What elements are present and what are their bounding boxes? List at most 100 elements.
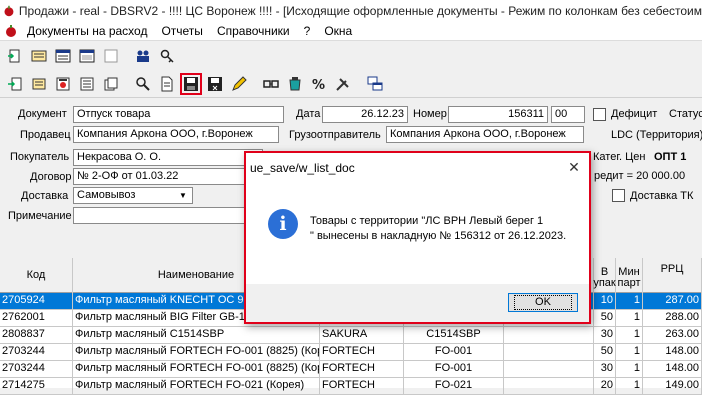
cell-rrp: 148.00 xyxy=(643,361,702,377)
date-label: Дата xyxy=(296,108,321,120)
cell-code: 2705924 xyxy=(0,293,73,309)
cell-min-part: 1 xyxy=(616,361,643,377)
dialog-message-line1: Товары с территории "ЛС ВРН Левый берег … xyxy=(310,215,544,227)
print-icon[interactable] xyxy=(52,73,74,95)
cell-in-pack: 50 xyxy=(594,310,616,326)
cell-extra xyxy=(504,344,594,360)
number-suffix-field[interactable]: 00 xyxy=(551,106,585,123)
dialog-message-line2: " вынесены в накладную № 156312 от 26.12… xyxy=(310,230,567,242)
document-field[interactable]: Отпуск товара xyxy=(73,106,284,123)
users-icon[interactable] xyxy=(132,45,154,67)
cell-name: Фильтр масляный C1514SBP xyxy=(73,327,320,343)
menu-bar: Документы на расход Отчеты Справочники ?… xyxy=(0,22,702,41)
message-dialog: ue_save/w_list_doc ✕ i Товары с территор… xyxy=(244,151,591,324)
dialog-title: ue_save/w_list_doc xyxy=(250,160,355,175)
delivery-label: Доставка xyxy=(21,190,69,202)
cell-article: C1514SBP xyxy=(404,327,504,343)
contract-label: Договор xyxy=(30,171,72,183)
svg-text:%: % xyxy=(312,78,325,92)
dialog-message: Товары с территории "ЛС ВРН Левый берег … xyxy=(310,214,580,244)
title-bar: Продажи - real - DBSRV2 - !!!! ЦС Вороне… xyxy=(0,0,702,22)
cell-article: FO-001 xyxy=(404,361,504,377)
edit-icon[interactable] xyxy=(228,73,250,95)
cell-name: Фильтр масляный FORTECH FO-021 (Корея) xyxy=(73,378,320,394)
dialog-title-bar[interactable]: ue_save/w_list_doc ✕ xyxy=(246,153,589,182)
seller-field[interactable]: Компания Аркона ООО, г.Воронеж xyxy=(73,126,279,143)
col-in-pack[interactable]: В упак xyxy=(593,258,616,293)
number-field[interactable]: 156311 xyxy=(448,106,548,123)
cell-in-pack: 20 xyxy=(594,378,616,394)
cell-min-part: 1 xyxy=(616,310,643,326)
deficit-checkbox[interactable] xyxy=(593,108,606,121)
cell-rrp: 288.00 xyxy=(643,310,702,326)
col-code[interactable]: Код xyxy=(0,258,73,293)
cell-rrp: 148.00 xyxy=(643,344,702,360)
cell-brand: FORTECH xyxy=(320,378,404,394)
dialog-footer: OK xyxy=(246,284,589,322)
list-icon[interactable] xyxy=(28,45,50,67)
docs-icon[interactable] xyxy=(100,73,122,95)
cell-extra xyxy=(504,327,594,343)
document-label: Документ xyxy=(18,108,67,120)
cell-brand: FORTECH xyxy=(320,344,404,360)
doc-new-icon[interactable] xyxy=(4,45,26,67)
menu-documents[interactable]: Документы на расход xyxy=(20,24,154,38)
save-icon[interactable] xyxy=(180,72,202,95)
cell-min-part: 1 xyxy=(616,327,643,343)
contract-field[interactable]: № 2-ОФ от 01.03.22 xyxy=(73,168,263,185)
table-row[interactable]: 2703244 Фильтр масляный FORTECH FO-001 (… xyxy=(0,344,702,361)
menu-references[interactable]: Справочники xyxy=(210,24,297,38)
main-toolbar xyxy=(0,42,702,70)
note-field[interactable] xyxy=(73,207,245,224)
seller-label: Продавец xyxy=(20,129,71,141)
blank-icon[interactable] xyxy=(100,45,122,67)
cell-code: 2808837 xyxy=(0,327,73,343)
deficit-label: Дефицит xyxy=(611,108,658,120)
window2-icon[interactable] xyxy=(76,45,98,67)
menu-help[interactable]: ? xyxy=(297,24,318,38)
preview-icon[interactable] xyxy=(132,73,154,95)
cell-in-pack: 50 xyxy=(594,344,616,360)
tools-icon[interactable] xyxy=(332,73,354,95)
key-icon[interactable] xyxy=(156,45,178,67)
ok-button[interactable]: OK xyxy=(508,293,578,312)
table-row[interactable]: 2703244 Фильтр масляный FORTECH FO-001 (… xyxy=(0,361,702,378)
delivery-tk-checkbox[interactable] xyxy=(612,189,625,202)
territory-label: LDC (Территория) xyxy=(611,129,702,141)
info-icon: i xyxy=(268,209,298,239)
file-icon[interactable] xyxy=(156,73,178,95)
col-min-part[interactable]: Мин парт xyxy=(616,258,643,293)
col-rrp[interactable]: РРЦ xyxy=(643,258,702,293)
buyer-label: Покупатель xyxy=(10,151,70,163)
percent-icon[interactable]: % xyxy=(308,73,330,95)
close-icon[interactable]: ✕ xyxy=(559,153,589,182)
window-icon[interactable] xyxy=(52,45,74,67)
doc-add-icon[interactable] xyxy=(4,73,26,95)
cell-in-pack: 10 xyxy=(594,293,616,309)
delivery-value: Самовывоз xyxy=(77,189,136,201)
buyer-field[interactable]: Некрасова О. О. xyxy=(73,149,263,166)
cell-min-part: 1 xyxy=(616,293,643,309)
app-icon xyxy=(4,5,14,17)
date-field[interactable]: 26.12.23 xyxy=(322,106,408,123)
table-row[interactable]: 2808837 Фильтр масляный C1514SBP SAKURA … xyxy=(0,327,702,344)
cell-rrp: 287.00 xyxy=(643,293,702,309)
table-row[interactable]: 2714275 Фильтр масляный FORTECH FO-021 (… xyxy=(0,378,702,395)
calc-icon[interactable] xyxy=(28,73,50,95)
menu-reports[interactable]: Отчеты xyxy=(154,24,209,38)
save-close-icon[interactable] xyxy=(204,73,226,95)
menu-windows[interactable]: Окна xyxy=(317,24,359,38)
credit-label: редит = 20 000.00 xyxy=(594,170,686,182)
cell-min-part: 1 xyxy=(616,378,643,394)
shipper-field[interactable]: Компания Аркона ООО, г.Воронеж xyxy=(386,126,584,143)
sheet-icon[interactable] xyxy=(76,73,98,95)
ok-button-label: OK xyxy=(514,295,572,310)
price-category-value: ОПТ 1 xyxy=(654,151,687,163)
chevron-down-icon[interactable]: ▼ xyxy=(176,190,190,201)
mdi-app-icon[interactable] xyxy=(4,24,18,38)
windows-icon[interactable] xyxy=(364,73,386,95)
cell-rrp: 149.00 xyxy=(643,378,702,394)
bucket-icon[interactable] xyxy=(284,73,306,95)
delivery-dropdown[interactable]: Самовывоз ▼ xyxy=(73,187,193,204)
link-icon[interactable] xyxy=(260,73,282,95)
